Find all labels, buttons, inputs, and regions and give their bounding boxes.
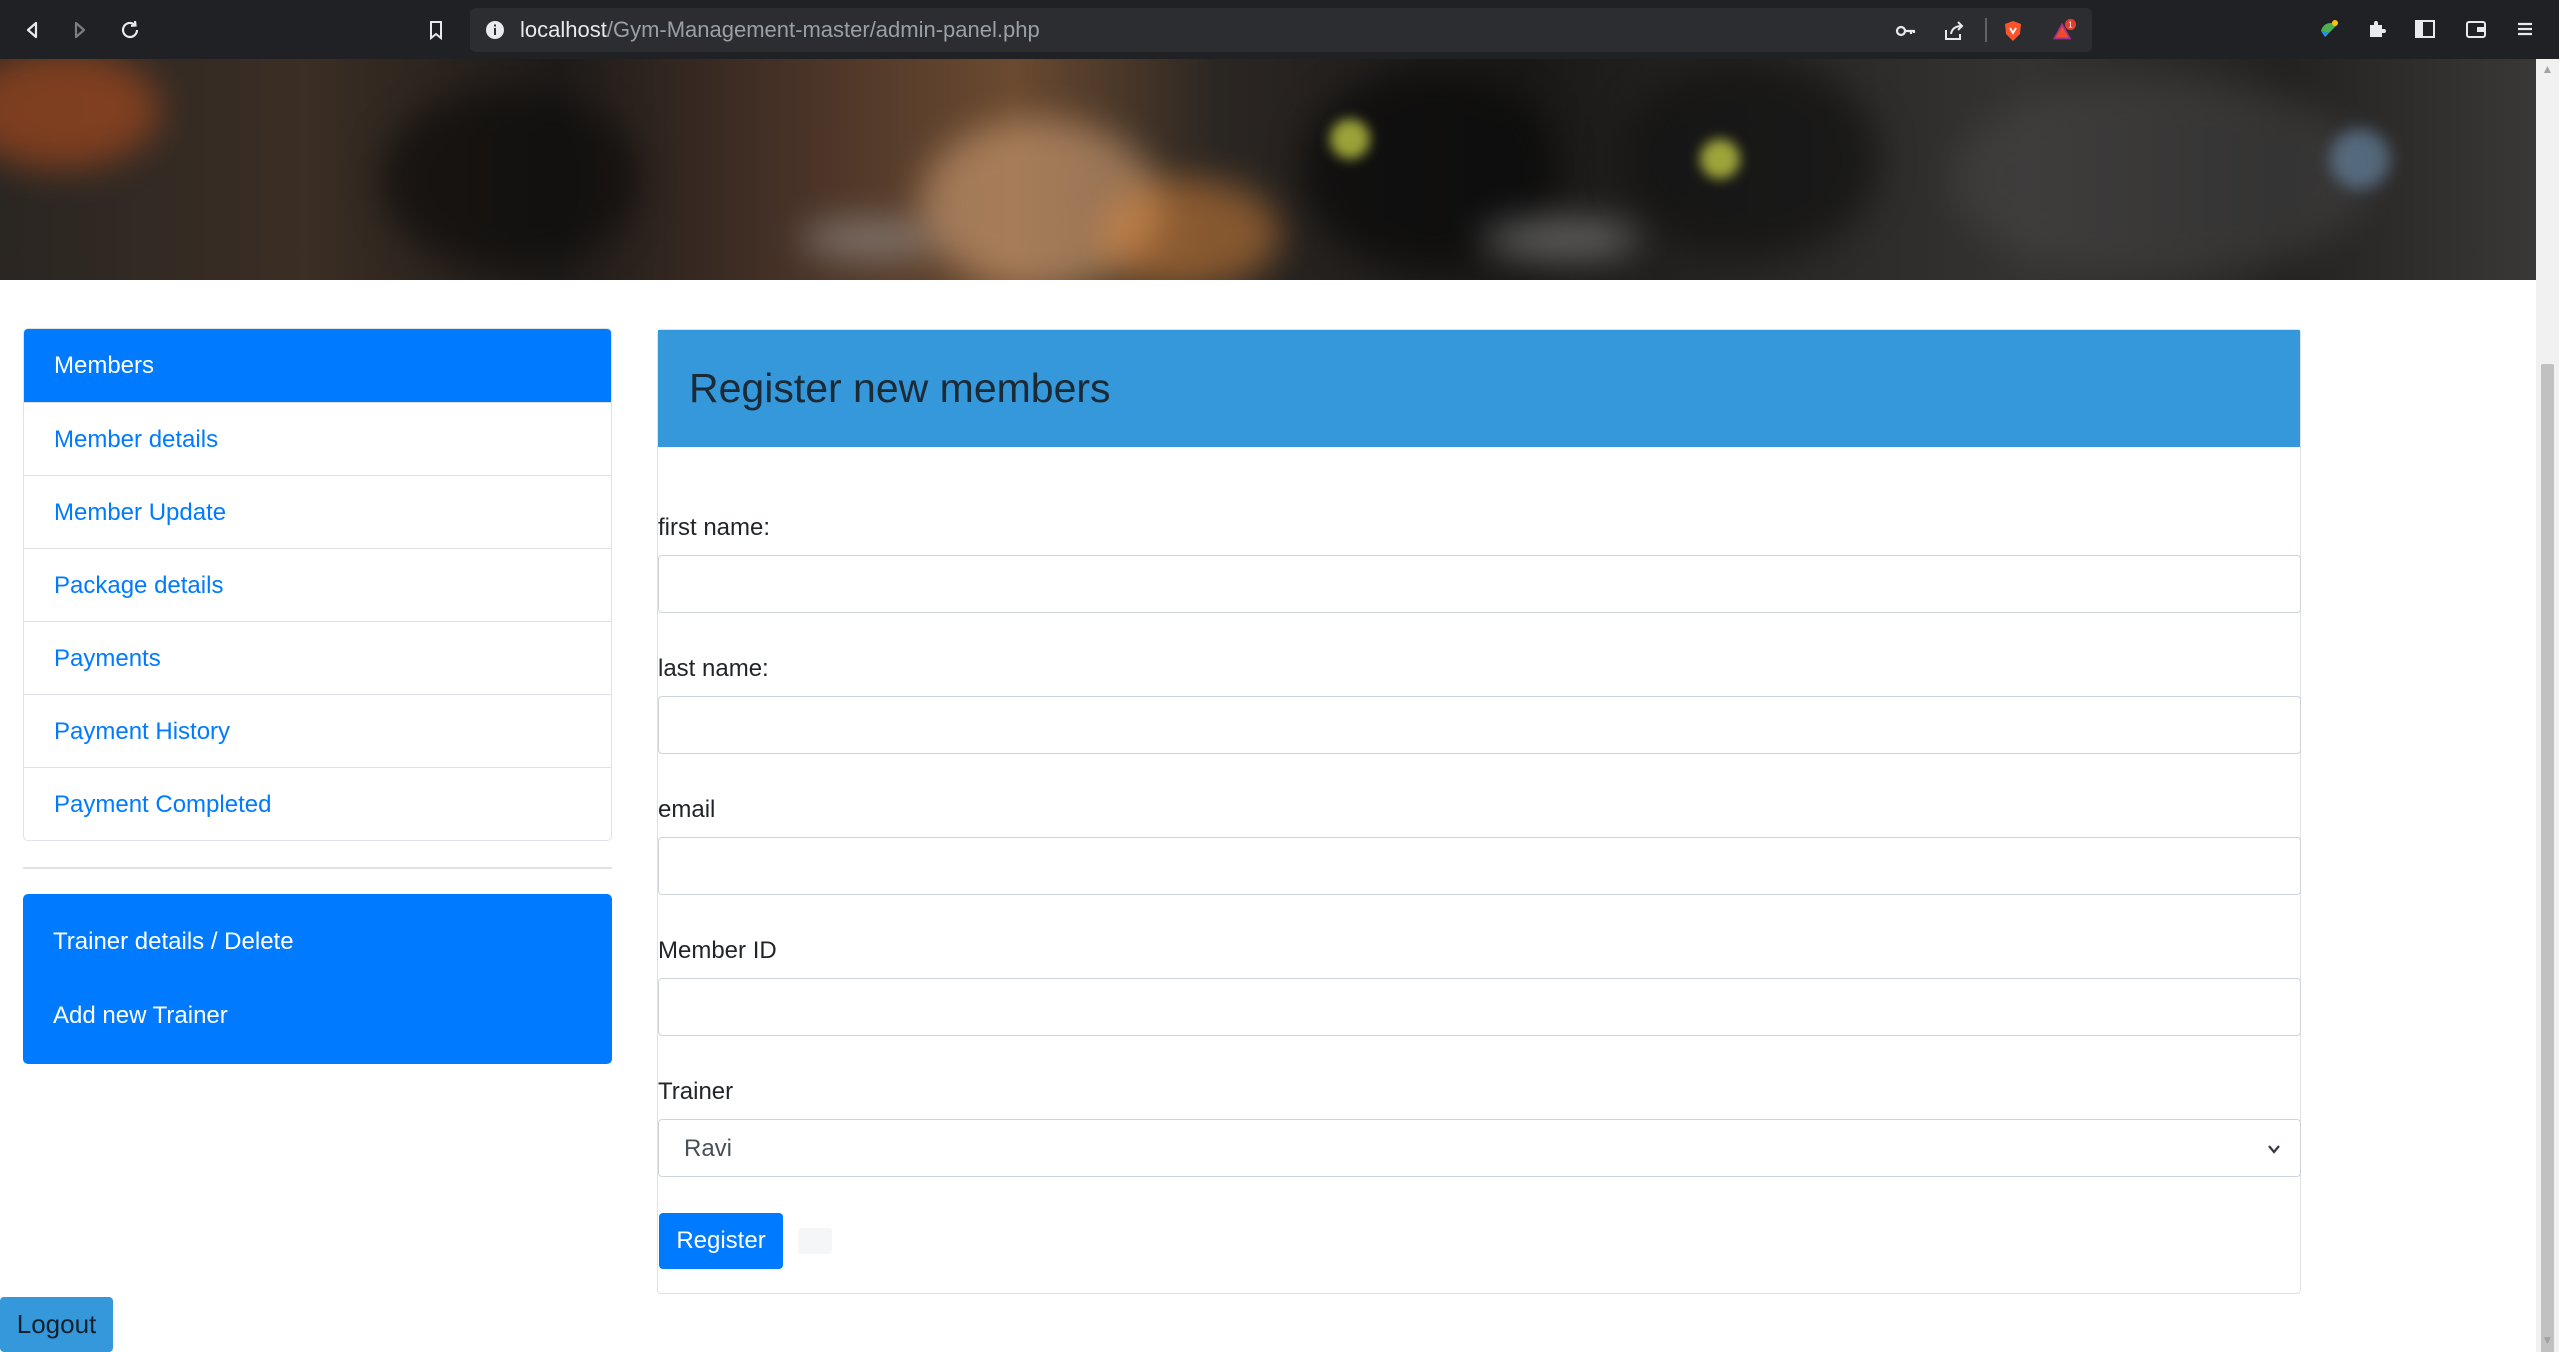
member-id-input[interactable] — [658, 978, 2301, 1036]
page-title: Register new members — [689, 365, 1111, 411]
extensions-puzzle-icon[interactable] — [2364, 16, 2390, 42]
register-member-card: Register new members first name: last na… — [657, 329, 2301, 1294]
site-info-icon[interactable] — [484, 19, 506, 41]
reload-button[interactable] — [112, 12, 148, 48]
scroll-down-icon[interactable]: ▼ — [2541, 1334, 2554, 1347]
sidebar-item-member-update[interactable]: Member Update — [24, 475, 611, 548]
menu-icon[interactable] — [2512, 16, 2538, 42]
sidebar-toggle-icon[interactable] — [2412, 16, 2438, 42]
card-header: Register new members — [658, 330, 2300, 447]
members-menu: Members Member details Member Update Pac… — [23, 328, 612, 841]
sidebar-item-package-details[interactable]: Package details — [24, 548, 611, 621]
sidebar-item-add-trainer[interactable]: Add new Trainer — [23, 979, 612, 1053]
email-label: email — [658, 796, 716, 823]
trainer-label: Trainer — [658, 1078, 734, 1105]
trainer-selected-value: Ravi — [684, 1135, 733, 1162]
member-id-label: Member ID — [658, 937, 777, 964]
forward-button[interactable] — [62, 12, 98, 48]
bookmark-button[interactable] — [418, 12, 454, 48]
first-name-label: first name: — [658, 514, 771, 541]
admin-sidebar: Members Member details Member Update Pac… — [23, 328, 612, 1064]
sidebar-item-payments[interactable]: Payments — [24, 621, 611, 694]
url-host: localhost — [520, 17, 607, 42]
sidebar-item-payment-history[interactable]: Payment History — [24, 694, 611, 767]
last-name-label: last name: — [658, 655, 769, 682]
forward-arrow-icon — [74, 21, 86, 39]
gym-hero-banner — [0, 59, 2536, 280]
first-name-input[interactable] — [658, 555, 2301, 613]
back-button[interactable] — [14, 12, 50, 48]
trainer-select[interactable]: Ravi — [658, 1119, 2301, 1177]
sidebar-item-payment-completed[interactable]: Payment Completed — [24, 767, 611, 840]
reset-button[interactable] — [798, 1228, 832, 1254]
register-button[interactable]: Register — [659, 1213, 783, 1269]
logout-button[interactable]: Logout — [0, 1297, 113, 1352]
sidebar-item-trainer-details[interactable]: Trainer details / Delete — [23, 905, 612, 979]
back-arrow-icon — [26, 21, 38, 39]
url-path: /Gym-Management-master/admin-panel.php — [606, 17, 1040, 42]
notification-count: 1 — [2068, 20, 2073, 30]
brave-shields-icon[interactable] — [2000, 18, 2026, 44]
trainer-menu: Trainer details / Delete Add new Trainer — [23, 894, 612, 1064]
reload-icon — [121, 20, 139, 39]
page-scrollbar[interactable]: ▲ ▼ — [2536, 59, 2559, 1352]
scroll-thumb[interactable] — [2541, 364, 2554, 1352]
key-icon[interactable] — [1893, 18, 1919, 44]
share-icon[interactable] — [1941, 18, 1967, 44]
sidebar-divider — [23, 867, 612, 869]
url-text[interactable]: localhost/Gym-Management-master/admin-pa… — [520, 8, 1040, 52]
bookmark-icon — [430, 21, 442, 41]
brave-rewards-icon[interactable]: 1 — [2051, 18, 2077, 44]
address-bar[interactable]: localhost/Gym-Management-master/admin-pa… — [470, 8, 2092, 52]
sidebar-item-members[interactable]: Members — [24, 329, 611, 402]
sidebar-item-member-details[interactable]: Member details — [24, 402, 611, 475]
browser-toolbar: localhost/Gym-Management-master/admin-pa… — [0, 0, 2559, 59]
scroll-up-icon[interactable]: ▲ — [2541, 63, 2554, 76]
address-separator — [1985, 18, 1987, 42]
extension-colored-icon[interactable] — [2316, 16, 2342, 42]
wallet-icon[interactable] — [2463, 16, 2489, 42]
email-input[interactable] — [658, 837, 2301, 895]
last-name-input[interactable] — [658, 696, 2301, 754]
chevron-down-icon — [2268, 1145, 2280, 1154]
